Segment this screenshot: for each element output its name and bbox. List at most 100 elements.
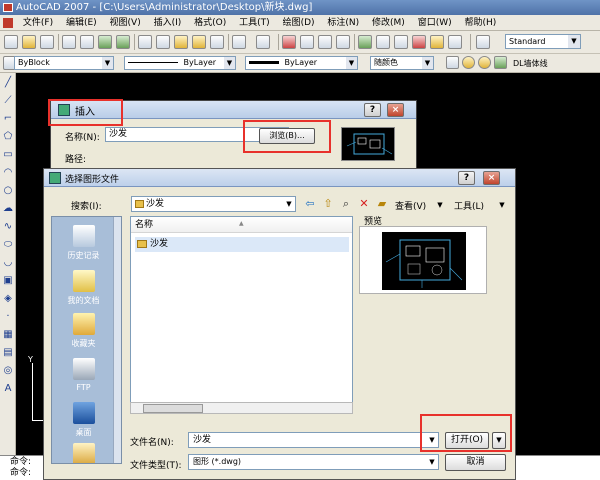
menu-view[interactable]: 视图(V) (105, 15, 146, 30)
layer-freeze-sun-icon[interactable] (478, 56, 491, 69)
markup-icon[interactable] (430, 35, 444, 49)
place-ftp[interactable]: FTP (52, 358, 115, 392)
up-folder-icon[interactable]: ⇧ (322, 198, 334, 210)
menu-insert[interactable]: 插入(I) (149, 15, 187, 30)
calculator-icon[interactable] (448, 35, 462, 49)
match-properties-icon[interactable] (192, 35, 206, 49)
menu-draw[interactable]: 绘图(D) (278, 15, 320, 30)
insert-block-icon[interactable]: ▣ (2, 275, 14, 287)
redo-icon[interactable] (256, 35, 270, 49)
chevron-down-icon[interactable]: ▼ (426, 455, 438, 469)
menu-modify[interactable]: 修改(M) (367, 15, 410, 30)
rectangle-icon[interactable]: ▭ (2, 149, 14, 161)
view-menu[interactable]: 查看(V) (395, 199, 426, 212)
block-editor-icon[interactable] (210, 35, 224, 49)
construction-line-icon[interactable]: ⟋ (2, 95, 14, 107)
3d-dwf-icon[interactable] (116, 35, 130, 49)
zoom-window-icon[interactable] (318, 35, 332, 49)
gradient-icon[interactable]: ▤ (2, 347, 14, 359)
line-tool-icon[interactable]: ╱ (2, 77, 14, 89)
chevron-down-icon[interactable]: ▼ (422, 57, 433, 69)
menu-help[interactable]: 帮助(H) (460, 15, 502, 30)
new-folder-icon[interactable]: ▰ (376, 198, 388, 210)
chevron-down-icon[interactable]: ▼ (346, 57, 357, 69)
menu-edit[interactable]: 编辑(E) (61, 15, 102, 30)
help-icon[interactable] (476, 35, 490, 49)
file-list[interactable]: 名称 ▲ 沙发 (130, 216, 353, 414)
list-item[interactable]: 沙发 (135, 237, 349, 252)
text-icon[interactable]: A (2, 383, 14, 395)
properties-icon[interactable] (358, 35, 372, 49)
close-icon[interactable]: × (483, 171, 500, 185)
place-my-documents[interactable]: 我的文档 (52, 270, 115, 306)
delete-icon[interactable]: ✕ (358, 198, 370, 210)
ellipse-icon[interactable]: ⬭ (2, 239, 14, 251)
place-history[interactable]: 历史记录 (52, 225, 115, 261)
lineweight-combo[interactable]: ByLayer ▼ (245, 56, 358, 70)
revision-cloud-icon[interactable]: ☁ (2, 203, 14, 215)
region-icon[interactable]: ◎ (2, 365, 14, 377)
copy-icon[interactable] (156, 35, 170, 49)
help-icon[interactable]: ? (458, 171, 475, 185)
zoom-previous-icon[interactable] (336, 35, 350, 49)
chevron-down-icon[interactable]: ▼ (102, 57, 113, 69)
close-icon[interactable]: × (387, 103, 404, 117)
menu-file[interactable]: 文件(F) (18, 15, 58, 30)
tool-palettes-icon[interactable] (394, 35, 408, 49)
places-scrollbar[interactable] (113, 217, 121, 463)
paste-icon[interactable] (174, 35, 188, 49)
polygon-icon[interactable]: ⬠ (2, 131, 14, 143)
arc-icon[interactable]: ◠ (2, 167, 14, 179)
polyline-icon[interactable]: ⌐ (2, 113, 14, 125)
point-icon[interactable]: · (2, 311, 14, 323)
undo-icon[interactable] (232, 35, 246, 49)
back-icon[interactable]: ⇦ (304, 198, 316, 210)
layer-states-icon[interactable] (446, 56, 459, 69)
text-style-combo[interactable]: Standard ▼ (505, 34, 581, 49)
linetype-combo[interactable]: ByLayer ▼ (124, 56, 236, 70)
layer-on-bulb-icon[interactable] (462, 56, 475, 69)
chevron-down-icon[interactable]: ▼ (434, 199, 446, 211)
sheet-set-icon[interactable] (412, 35, 426, 49)
menu-format[interactable]: 格式(O) (189, 15, 231, 30)
menu-window[interactable]: 窗口(W) (413, 15, 457, 30)
menu-dimension[interactable]: 标注(N) (322, 15, 364, 30)
menu-tools[interactable]: 工具(T) (234, 15, 275, 30)
tools-menu[interactable]: 工具(L) (454, 199, 484, 212)
pan-realtime-icon[interactable] (282, 35, 296, 49)
layer-combo[interactable]: ByBlock ▼ (14, 56, 114, 70)
place-more[interactable] (52, 443, 115, 463)
design-center-icon[interactable] (376, 35, 390, 49)
chevron-down-icon[interactable]: ▼ (568, 35, 580, 48)
make-block-icon[interactable]: ◈ (2, 293, 14, 305)
column-header-name[interactable]: 名称 ▲ (131, 217, 352, 233)
filetype-select[interactable]: 图形 (*.dwg) (188, 454, 439, 470)
new-file-icon[interactable] (4, 35, 18, 49)
filename-field[interactable]: 沙发 (188, 432, 439, 448)
save-icon[interactable] (40, 35, 54, 49)
layer-lock-icon[interactable] (494, 56, 507, 69)
ellipse-arc-icon[interactable]: ◡ (2, 257, 14, 269)
print-icon[interactable] (62, 35, 76, 49)
chevron-down-icon[interactable]: ▼ (284, 197, 294, 211)
place-favorites[interactable]: 收藏夹 (52, 313, 115, 349)
scroll-thumb[interactable] (143, 404, 203, 413)
help-icon[interactable]: ? (364, 103, 381, 117)
publish-icon[interactable] (98, 35, 112, 49)
zoom-realtime-icon[interactable] (300, 35, 314, 49)
search-web-icon[interactable]: ⌕ (340, 198, 352, 210)
cancel-button[interactable]: 取消 (445, 454, 506, 471)
hatch-icon[interactable]: ▦ (2, 329, 14, 341)
open-file-icon[interactable] (22, 35, 36, 49)
document-menu-icon[interactable] (3, 18, 13, 28)
spline-icon[interactable]: ∿ (2, 221, 14, 233)
cut-icon[interactable] (138, 35, 152, 49)
print-preview-icon[interactable] (80, 35, 94, 49)
chevron-down-icon[interactable]: ▼ (224, 57, 235, 69)
place-desktop[interactable]: 桌面 (52, 402, 115, 438)
folder-combo[interactable]: 沙发 ▼ (131, 196, 296, 212)
file-list-hscrollbar[interactable] (130, 402, 353, 414)
circle-icon[interactable]: ○ (2, 185, 14, 197)
chevron-down-icon[interactable]: ▼ (496, 199, 508, 211)
color-combo[interactable]: 随颜色 ▼ (370, 56, 434, 70)
